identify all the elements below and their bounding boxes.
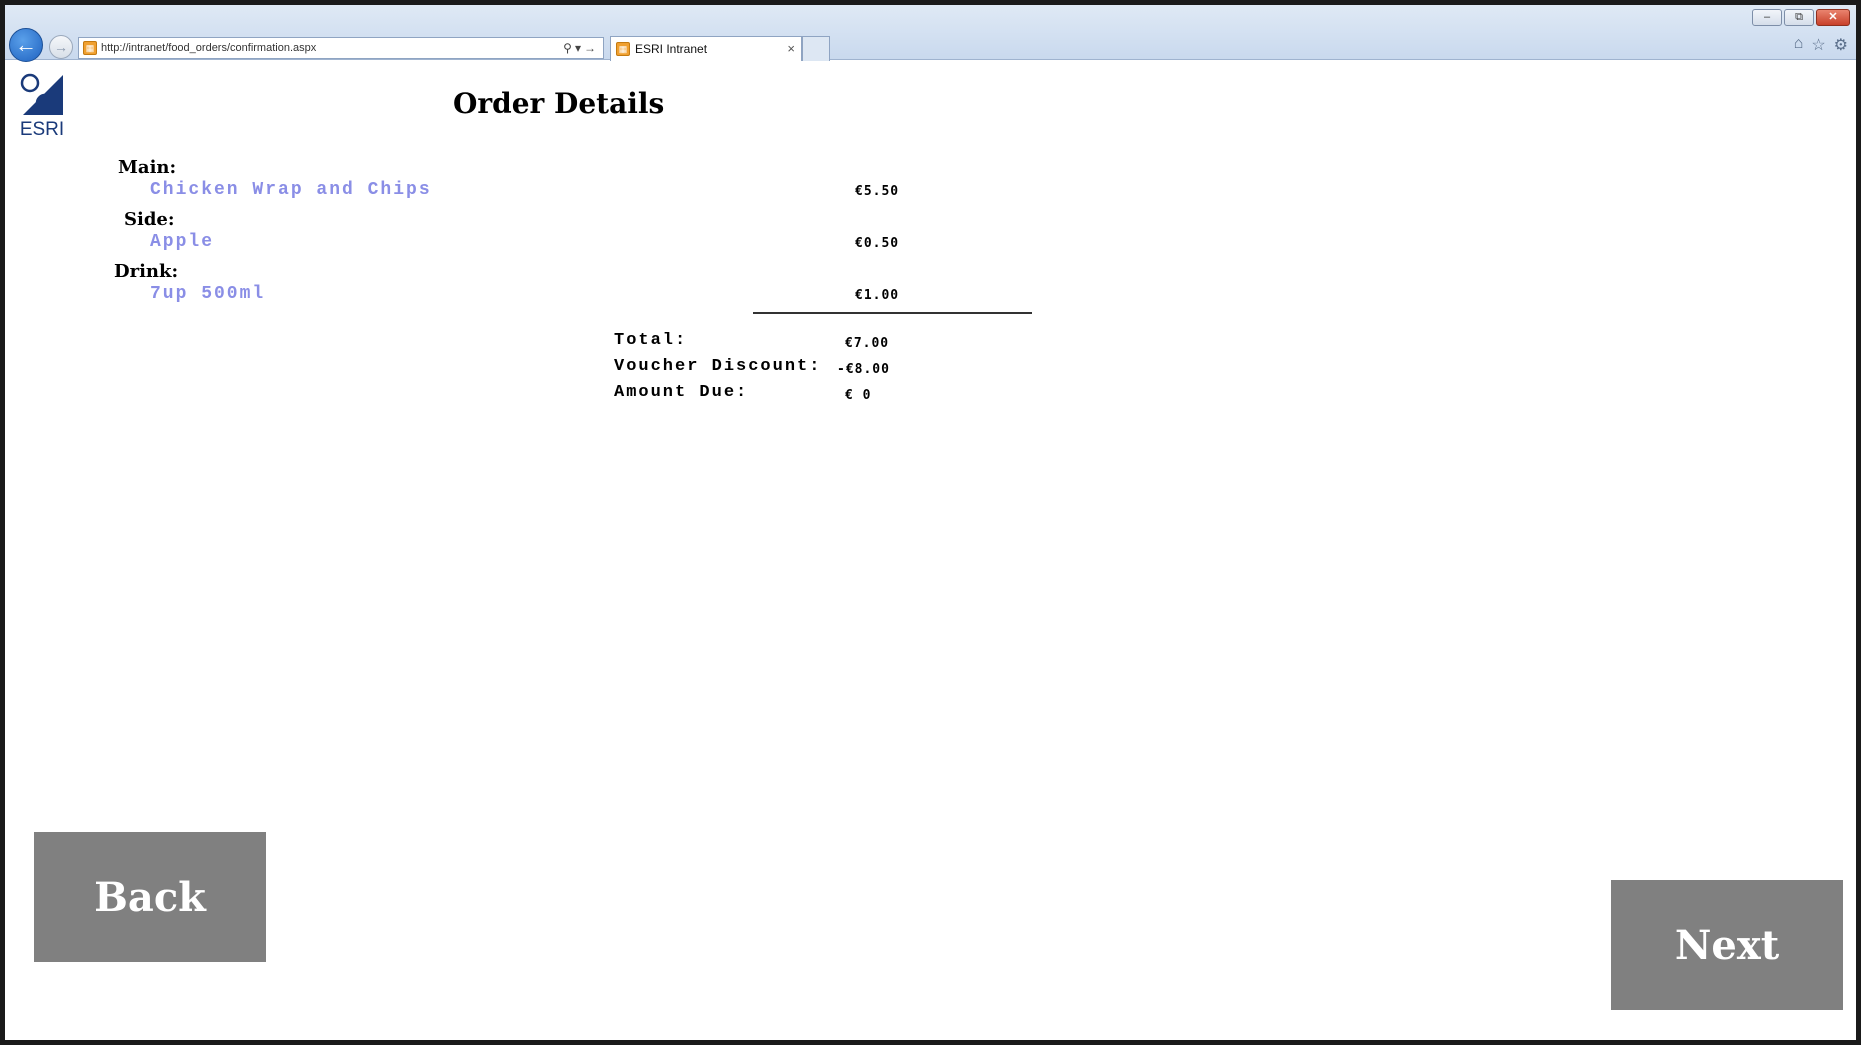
site-favicon-icon: ▦ xyxy=(83,41,97,55)
drink-item: 7up 500ml xyxy=(150,284,266,304)
window-controls: – ⧉ ✕ xyxy=(1752,9,1850,26)
address-tools: ⚲▾→ xyxy=(563,38,599,58)
main-item: Chicken Wrap and Chips xyxy=(150,180,432,200)
next-button[interactable]: Next xyxy=(1611,880,1843,1010)
side-item: Apple xyxy=(150,232,215,252)
tab-esri-intranet[interactable]: ▦ ESRI Intranet × xyxy=(610,36,802,61)
side-label: Side: xyxy=(124,209,175,230)
voucher-discount-label: Voucher Discount: xyxy=(614,357,822,376)
star-icon[interactable]: ☆ xyxy=(1811,35,1825,55)
browser-toolbar-icons: ⌂ ☆ ⚙ xyxy=(1794,35,1848,55)
back-button[interactable]: Back xyxy=(34,832,266,962)
home-icon[interactable]: ⌂ xyxy=(1794,35,1804,55)
back-arrow-icon[interactable]: ← xyxy=(9,28,43,62)
tab-title: ESRI Intranet xyxy=(635,42,708,56)
browser-window: – ⧉ ✕ ← → ▦ http://intranet/food_orders/… xyxy=(0,0,1861,1045)
amount-due-label: Amount Due: xyxy=(614,383,749,402)
subtotal-divider xyxy=(753,312,1032,314)
amount-due-value: € 0 xyxy=(845,388,872,403)
drink-label: Drink: xyxy=(114,261,179,282)
gear-icon[interactable]: ⚙ xyxy=(1834,35,1848,55)
side-price: €0.50 xyxy=(855,236,900,251)
address-bar[interactable]: ▦ http://intranet/food_orders/confirmati… xyxy=(78,37,604,59)
main-price: €5.50 xyxy=(855,184,900,199)
voucher-discount-value: -€8.00 xyxy=(837,362,890,377)
forward-arrow-icon[interactable]: → xyxy=(49,35,73,59)
new-tab-button[interactable] xyxy=(802,36,830,61)
browser-chrome: – ⧉ ✕ ← → ▦ http://intranet/food_orders/… xyxy=(5,5,1856,62)
total-value: €7.00 xyxy=(845,336,890,351)
page-title: Order Details xyxy=(453,87,665,120)
dropdown-icon[interactable]: ▾ xyxy=(575,41,584,55)
logo-text: ESRI xyxy=(20,119,64,139)
tab-close-icon[interactable]: × xyxy=(787,37,795,61)
total-label: Total: xyxy=(614,331,688,350)
search-icon[interactable]: ⚲ xyxy=(563,41,575,55)
minimize-icon[interactable]: – xyxy=(1752,9,1782,26)
go-arrow-icon[interactable]: → xyxy=(584,41,599,55)
close-icon[interactable]: ✕ xyxy=(1816,9,1850,26)
drink-price: €1.00 xyxy=(855,288,900,303)
main-label: Main: xyxy=(118,157,177,178)
tab-favicon-icon: ▦ xyxy=(616,42,630,56)
address-url: http://intranet/food_orders/confirmation… xyxy=(101,42,317,54)
restore-icon[interactable]: ⧉ xyxy=(1784,9,1814,26)
esri-logo: ESRI xyxy=(20,73,64,139)
